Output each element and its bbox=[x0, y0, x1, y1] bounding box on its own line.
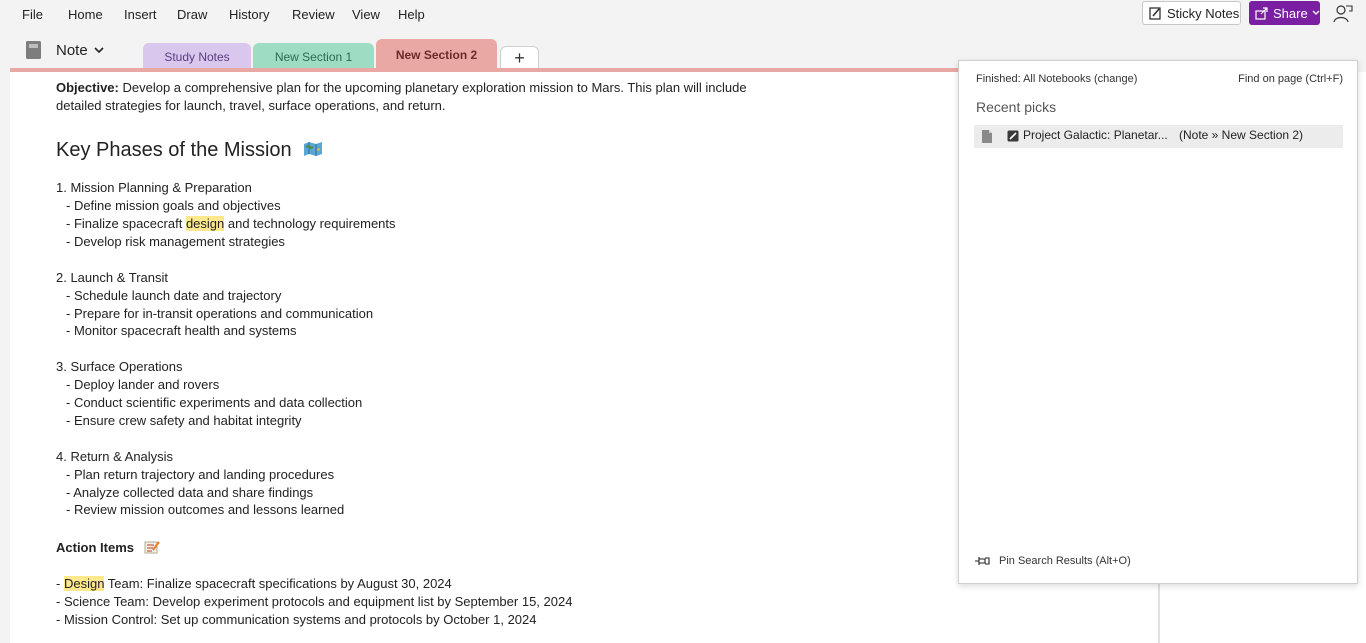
action-items-heading[interactable]: Action Items bbox=[56, 540, 160, 555]
menu-insert[interactable]: Insert bbox=[124, 7, 157, 22]
menu-home[interactable]: Home bbox=[68, 7, 103, 22]
share-button[interactable]: Share bbox=[1249, 1, 1320, 25]
tab-study-notes[interactable]: Study Notes bbox=[143, 43, 251, 70]
pencil-note-icon bbox=[1007, 130, 1019, 142]
phase-4-title[interactable]: 4. Return & Analysis bbox=[56, 449, 173, 464]
search-highlight: design bbox=[185, 216, 225, 231]
sticky-note-icon bbox=[1149, 6, 1161, 20]
list-item[interactable]: - Finalize spacecraft design and technol… bbox=[66, 216, 396, 231]
list-item[interactable]: - Review mission outcomes and lessons le… bbox=[66, 502, 344, 517]
menu-view[interactable]: View bbox=[352, 7, 380, 22]
phase-3-title[interactable]: 3. Surface Operations bbox=[56, 359, 182, 374]
action-items-label: Action Items bbox=[56, 540, 135, 555]
objective-line[interactable]: Objective: Develop a comprehensive plan … bbox=[56, 80, 747, 95]
list-item-text: and technology requirements bbox=[224, 216, 396, 231]
objective-line-2[interactable]: detailed strategies for launch, travel, … bbox=[56, 98, 446, 113]
phase-2-title[interactable]: 2. Launch & Transit bbox=[56, 270, 168, 285]
search-result-item[interactable]: Project Galactic: Planetar... (Note » Ne… bbox=[974, 125, 1343, 148]
menu-help[interactable]: Help bbox=[398, 7, 425, 22]
menu-review[interactable]: Review bbox=[292, 7, 335, 22]
list-item[interactable]: - Analyze collected data and share findi… bbox=[66, 485, 313, 500]
heading-text: Key Phases of the Mission bbox=[56, 139, 292, 161]
search-highlight: Design bbox=[63, 576, 105, 591]
phase-1-title[interactable]: 1. Mission Planning & Preparation bbox=[56, 180, 252, 195]
menu-bar: File Home Insert Draw History Review Vie… bbox=[0, 0, 1366, 30]
recent-picks-heading: Recent picks bbox=[976, 99, 1057, 115]
sticky-notes-label: Sticky Notes bbox=[1167, 5, 1240, 21]
menu-file[interactable]: File bbox=[22, 7, 43, 22]
chevron-down-icon bbox=[1312, 10, 1320, 15]
list-item[interactable]: - Prepare for in-transit operations and … bbox=[66, 306, 373, 321]
notebook-icon[interactable] bbox=[25, 40, 42, 60]
tab-new-section-2[interactable]: New Section 2 bbox=[376, 39, 497, 70]
sticky-notes-button[interactable]: Sticky Notes bbox=[1142, 1, 1241, 25]
pin-icon bbox=[975, 557, 990, 565]
action-item-text: - bbox=[56, 576, 64, 591]
map-icon bbox=[304, 142, 323, 156]
objective-text: Develop a comprehensive plan for the upc… bbox=[118, 80, 747, 95]
result-title: Project Galactic: Planetar... bbox=[1023, 128, 1168, 142]
action-item[interactable]: - Design Team: Finalize spacecraft speci… bbox=[56, 576, 452, 591]
tab-label: Study Notes bbox=[164, 49, 230, 64]
action-item-text: Team: Finalize spacecraft specifications… bbox=[104, 576, 452, 591]
notebook-name[interactable]: Note bbox=[56, 42, 88, 59]
list-item[interactable]: - Conduct scientific experiments and dat… bbox=[66, 395, 362, 410]
objective-label: Objective: bbox=[56, 80, 119, 95]
search-scope-status[interactable]: Finished: All Notebooks (change) bbox=[976, 73, 1137, 85]
page-heading[interactable]: Key Phases of the Mission bbox=[56, 139, 323, 162]
menu-history[interactable]: History bbox=[229, 7, 269, 22]
tab-label: New Section 1 bbox=[274, 49, 353, 64]
share-icon bbox=[1255, 6, 1268, 20]
add-section-button[interactable]: + bbox=[500, 46, 539, 70]
list-item[interactable]: - Plan return trajectory and landing pro… bbox=[66, 467, 334, 482]
person-feedback-icon[interactable] bbox=[1332, 3, 1354, 25]
menu-draw[interactable]: Draw bbox=[177, 7, 207, 22]
search-results-panel: Finished: All Notebooks (change) Find on… bbox=[958, 60, 1358, 584]
plus-icon: + bbox=[514, 48, 525, 68]
find-on-page-link[interactable]: Find on page (Ctrl+F) bbox=[1238, 73, 1343, 85]
list-item[interactable]: - Monitor spacecraft health and systems bbox=[66, 323, 297, 338]
page-icon bbox=[982, 130, 992, 143]
share-label: Share bbox=[1273, 5, 1308, 21]
memo-icon bbox=[144, 541, 160, 554]
list-item[interactable]: - Develop risk management strategies bbox=[66, 234, 285, 249]
list-item[interactable]: - Ensure crew safety and habitat integri… bbox=[66, 413, 302, 428]
result-location: (Note » New Section 2) bbox=[1179, 128, 1304, 142]
tab-label: New Section 2 bbox=[395, 47, 478, 62]
notebook-chevron-down-icon[interactable] bbox=[93, 45, 105, 55]
list-item[interactable]: - Schedule launch date and trajectory bbox=[66, 288, 281, 303]
list-item[interactable]: - Deploy lander and rovers bbox=[66, 377, 219, 392]
action-item[interactable]: - Mission Control: Set up communication … bbox=[56, 612, 537, 627]
list-item-text: - Finalize spacecraft bbox=[66, 216, 186, 231]
list-item[interactable]: - Define mission goals and objectives bbox=[66, 198, 281, 213]
tab-new-section-1[interactable]: New Section 1 bbox=[253, 43, 374, 70]
pin-search-results-button[interactable]: Pin Search Results (Alt+O) bbox=[974, 555, 1131, 567]
pin-search-results-label: Pin Search Results (Alt+O) bbox=[999, 555, 1131, 567]
action-item[interactable]: - Science Team: Develop experiment proto… bbox=[56, 594, 572, 609]
